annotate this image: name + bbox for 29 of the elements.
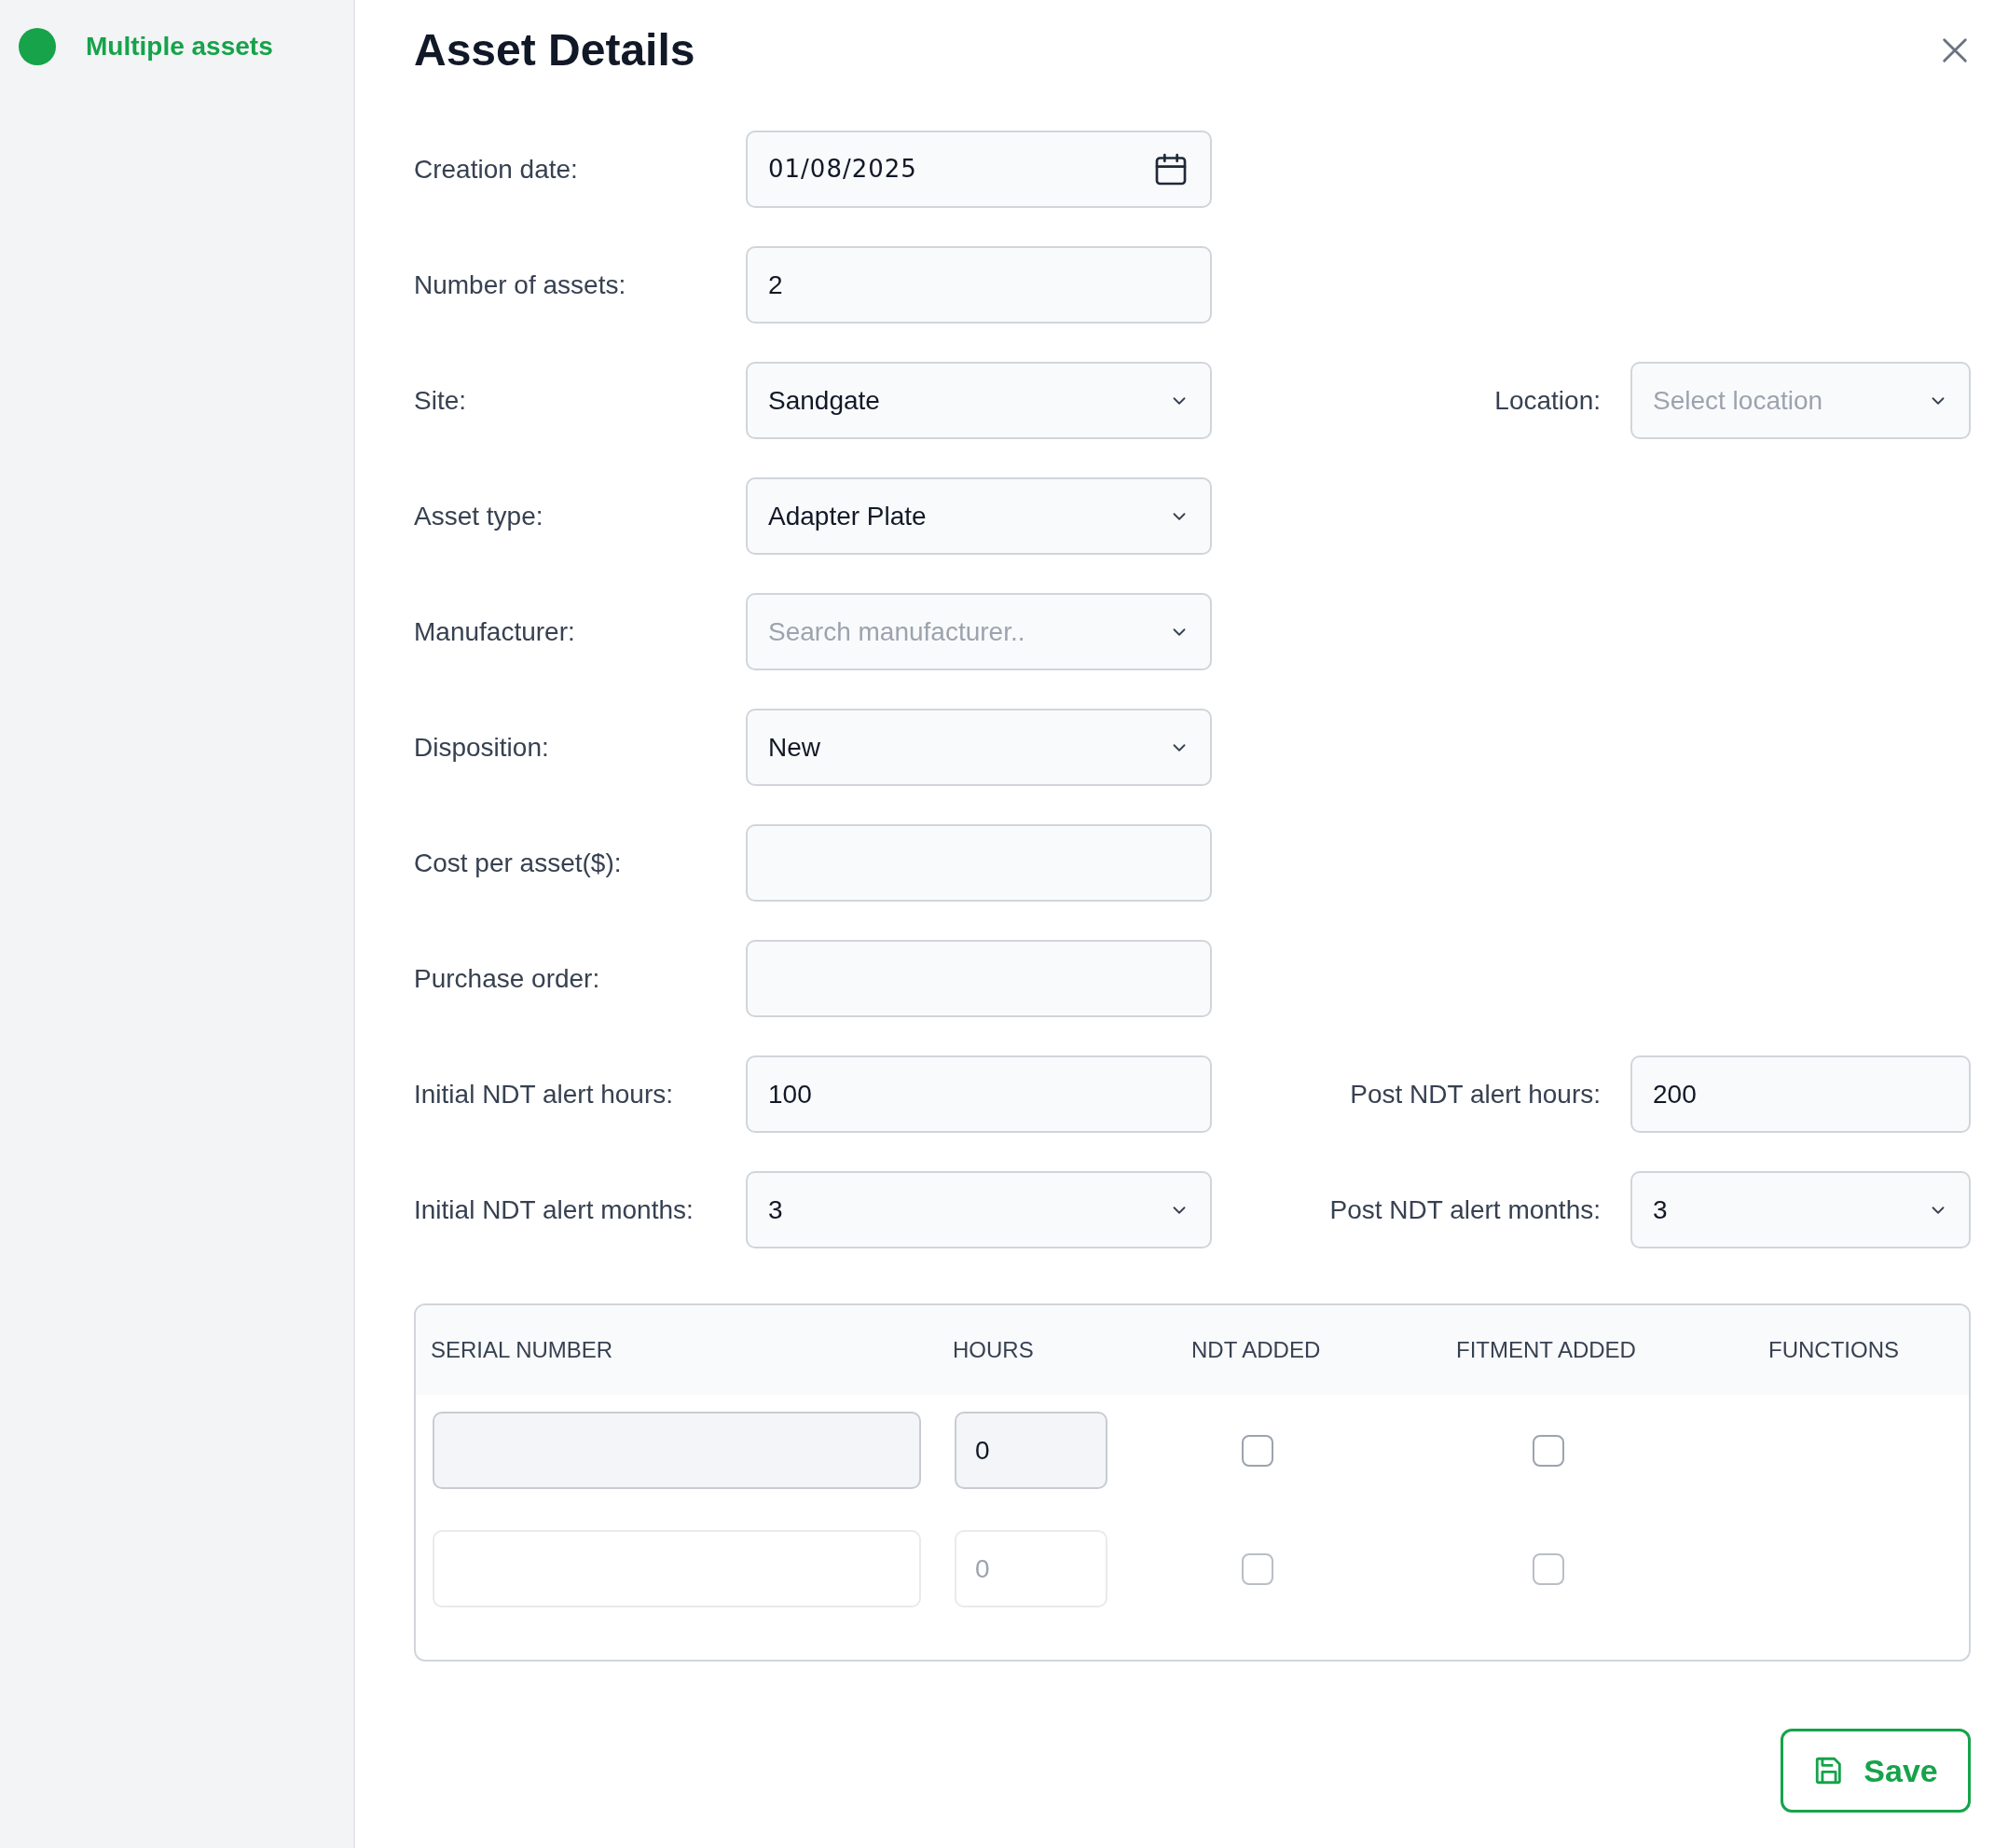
field-label: Disposition: [414, 731, 550, 764]
date-field[interactable]: 01/08/2025 [746, 131, 1212, 208]
select-field[interactable]: 3 [746, 1171, 1212, 1248]
field-label: Post NDT alert months: [1329, 1193, 1601, 1226]
column-header: SERIAL NUMBER [431, 1336, 614, 1364]
field-label: Number of assets: [414, 269, 627, 301]
field-label: Site: [414, 384, 468, 417]
hours-field[interactable]: 0 [955, 1412, 1107, 1489]
field-label: Creation date: [414, 153, 579, 186]
column-header: FITMENT ADDED [1456, 1336, 1636, 1364]
dialog-title: Asset Details [414, 24, 695, 76]
select-field[interactable]: 3 [1630, 1171, 1971, 1248]
input-field[interactable]: 2 [746, 246, 1212, 324]
input-field[interactable]: 100 [746, 1055, 1212, 1133]
column-header: FUNCTIONS [1768, 1336, 1899, 1364]
select-field[interactable]: New [746, 709, 1212, 786]
input-field[interactable]: 200 [1630, 1055, 1971, 1133]
field-label: Post NDT alert hours: [1350, 1078, 1601, 1110]
field-label: Location: [1494, 384, 1601, 417]
field-label: Cost per asset($): [414, 847, 623, 879]
column-header: HOURS [953, 1336, 1035, 1364]
field-label: Initial NDT alert months: [414, 1193, 695, 1226]
select-field[interactable]: Sandgate [746, 362, 1212, 439]
select-field[interactable]: Adapter Plate [746, 477, 1212, 555]
field-label: Asset type: [414, 500, 544, 532]
field-label: Manufacturer: [414, 615, 576, 648]
column-header: NDT ADDED [1191, 1336, 1321, 1364]
field-label: Initial NDT alert hours: [414, 1078, 675, 1110]
field-label: Purchase order: [414, 962, 601, 995]
